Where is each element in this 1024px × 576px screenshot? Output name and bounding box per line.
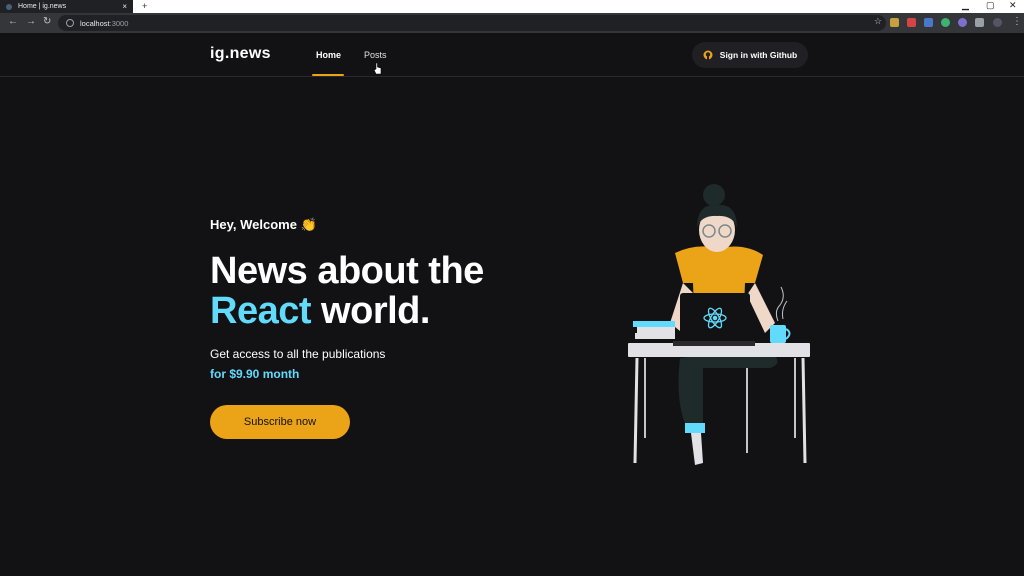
headline-line-2: React world.	[210, 291, 484, 331]
subscribe-button[interactable]: Subscribe now	[210, 405, 350, 439]
browser-tabstrip: Home | ig.news × + ▁ ▢ ✕	[0, 0, 1024, 13]
hero-price: for $9.90 month	[210, 367, 300, 381]
extension-icon[interactable]	[924, 18, 933, 27]
back-icon[interactable]: ←	[8, 16, 18, 27]
favicon-icon	[6, 3, 12, 10]
browser-tab-home[interactable]: Home | ig.news ×	[0, 0, 133, 13]
headline-line-1: News about the	[210, 250, 484, 292]
extension-icon[interactable]	[941, 18, 950, 27]
nav-posts[interactable]: Posts	[364, 50, 387, 60]
girl-coding-illustration	[628, 184, 810, 465]
github-signin-button[interactable]: Sign in with Github	[692, 42, 808, 68]
hero-headline: News about the React world.	[210, 251, 484, 331]
extension-icon[interactable]	[958, 18, 967, 27]
site-info-icon[interactable]	[66, 19, 74, 27]
profile-avatar[interactable]	[993, 18, 1002, 27]
github-signin-label: Sign in with Github	[719, 50, 798, 60]
reload-icon[interactable]: ↻	[43, 16, 51, 27]
pointer-cursor-icon	[374, 63, 382, 75]
site-header: ig.news Home Posts Sign in with Github	[0, 33, 1024, 77]
page: ig.news Home Posts Sign in with Github H…	[0, 33, 1024, 576]
welcome-text: Hey, Welcome 👏	[210, 217, 317, 232]
bookmark-star-icon[interactable]: ☆	[874, 16, 882, 27]
address-bar[interactable]: localhost:3000 ☆	[58, 15, 886, 31]
headline-highlight: React	[210, 290, 312, 332]
url-port: :3000	[109, 18, 129, 28]
puzzle-icon[interactable]	[975, 18, 984, 27]
github-icon	[703, 50, 713, 60]
site-logo[interactable]: ig.news	[210, 45, 271, 63]
browser-menu-icon[interactable]: ⋮	[1012, 16, 1022, 27]
new-tab-button[interactable]: +	[142, 1, 147, 11]
browser-toolbar: ← → ↻ localhost:3000 ☆ ⋮	[0, 13, 1024, 33]
forward-icon[interactable]: →	[26, 16, 36, 27]
minimize-icon[interactable]: ▁	[962, 0, 969, 11]
tab-close-icon[interactable]: ×	[122, 2, 127, 11]
tab-title: Home | ig.news	[18, 3, 67, 10]
headline-rest: world.	[311, 290, 430, 332]
maximize-icon[interactable]: ▢	[986, 0, 995, 11]
window-close-icon[interactable]: ✕	[1009, 0, 1017, 11]
nav-active-indicator	[312, 74, 344, 76]
extension-icon[interactable]	[890, 18, 899, 27]
hero-subtitle: Get access to all the publications	[210, 347, 386, 361]
extension-icon[interactable]	[907, 18, 916, 27]
url-host: localhost	[80, 18, 110, 28]
nav-home[interactable]: Home	[316, 50, 341, 60]
